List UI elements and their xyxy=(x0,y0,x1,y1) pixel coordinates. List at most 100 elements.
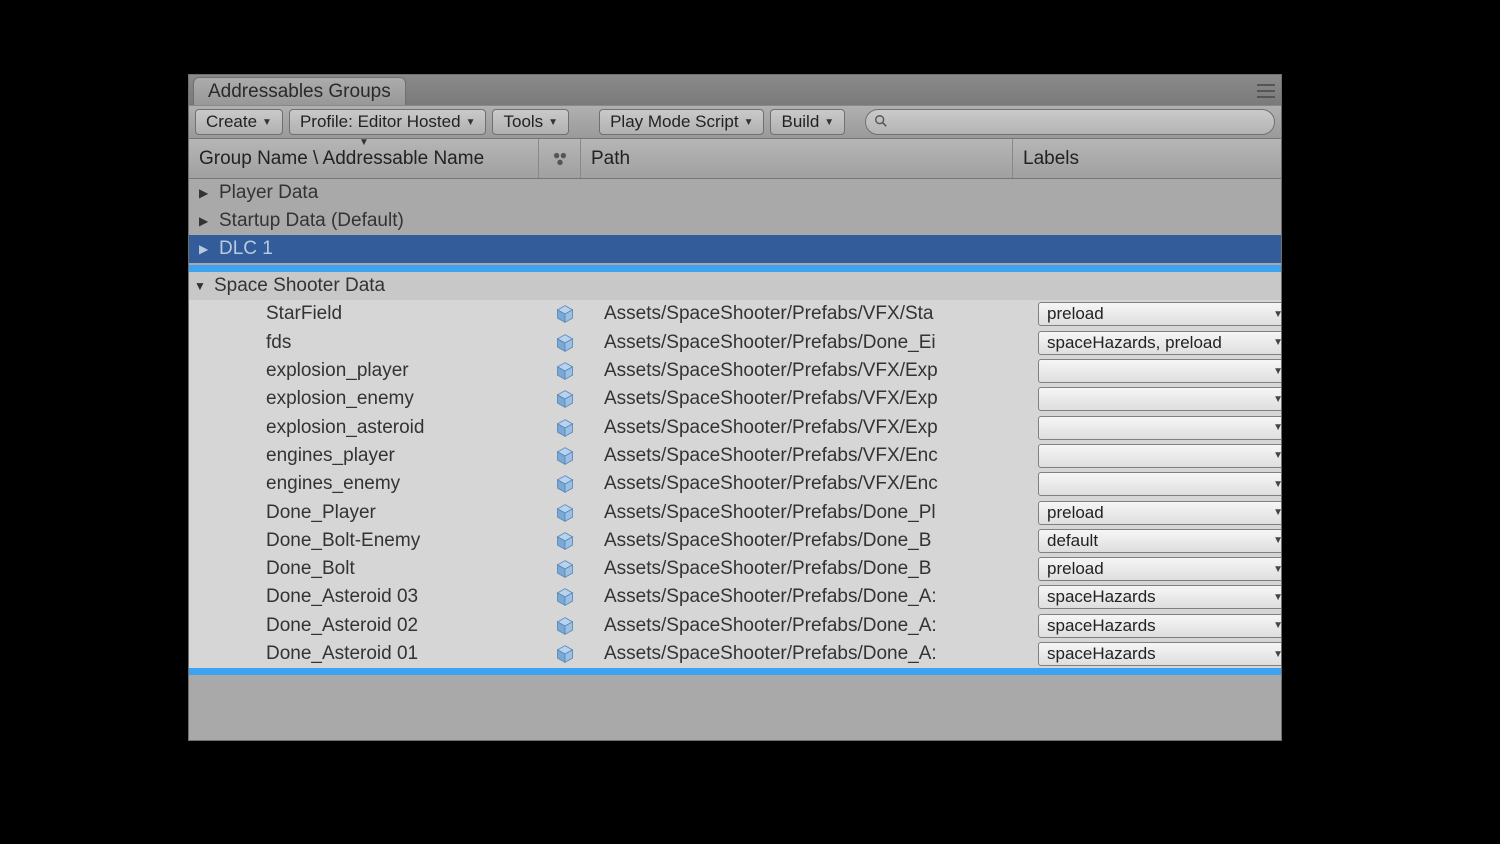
playmode-button[interactable]: Play Mode Script ▼ xyxy=(599,109,764,135)
label-dropdown[interactable]: spaceHazards, preload ▼ xyxy=(1038,331,1281,355)
asset-path: Assets/SpaceShooter/Prefabs/VFX/Enc xyxy=(586,445,1034,467)
asset-path: Assets/SpaceShooter/Prefabs/Done_A: xyxy=(586,586,1034,608)
group-label: Player Data xyxy=(219,182,318,204)
chevron-down-icon: ▼ xyxy=(1273,337,1281,348)
label-value: preload xyxy=(1047,304,1104,324)
chevron-down-icon: ▼ xyxy=(824,117,834,128)
build-label: Build xyxy=(781,112,819,132)
prefab-icon xyxy=(544,361,586,381)
label-dropdown[interactable]: spaceHazards ▼ xyxy=(1038,614,1281,638)
asset-row[interactable]: fds Assets/SpaceShooter/Prefabs/Done_Ei … xyxy=(189,329,1281,357)
profile-button[interactable]: Profile: Editor Hosted ▼ xyxy=(289,109,487,135)
search-box[interactable] xyxy=(865,109,1275,135)
label-dropdown[interactable]: preload ▼ xyxy=(1038,557,1281,581)
label-value: preload xyxy=(1047,559,1104,579)
expand-icon: ▶ xyxy=(199,242,213,256)
asset-row[interactable]: Done_Asteroid 02 Assets/SpaceShooter/Pre… xyxy=(189,612,1281,640)
prefab-icon xyxy=(544,446,586,466)
chevron-down-icon: ▼ xyxy=(1273,366,1281,377)
chevron-down-icon: ▼ xyxy=(1273,394,1281,405)
group-dlc1[interactable]: ▶ DLC 1 xyxy=(189,235,1281,263)
asset-path: Assets/SpaceShooter/Prefabs/Done_Ei xyxy=(586,332,1034,354)
asset-name: fds xyxy=(189,332,544,354)
asset-name: Done_Player xyxy=(189,502,544,524)
asset-path: Assets/SpaceShooter/Prefabs/Done_B xyxy=(586,530,1034,552)
prefab-icon xyxy=(544,418,586,438)
asset-name: Done_Bolt-Enemy xyxy=(189,530,544,552)
group-label: DLC 1 xyxy=(219,238,273,260)
asset-row[interactable]: Done_Asteroid 03 Assets/SpaceShooter/Pre… xyxy=(189,583,1281,611)
column-labels[interactable]: Labels xyxy=(1013,139,1281,178)
label-dropdown[interactable]: spaceHazards ▼ xyxy=(1038,642,1281,666)
group-player-data[interactable]: ▶ Player Data xyxy=(189,179,1281,207)
addressables-window: Addressables Groups Create ▼ Profile: Ed… xyxy=(188,74,1282,741)
playmode-label: Play Mode Script xyxy=(610,112,739,132)
tools-button[interactable]: Tools ▼ xyxy=(492,109,569,135)
column-path[interactable]: Path xyxy=(581,139,1013,178)
asset-row[interactable]: Done_Asteroid 01 Assets/SpaceShooter/Pre… xyxy=(189,640,1281,668)
label-dropdown[interactable]: preload ▼ xyxy=(1038,501,1281,525)
label-dropdown[interactable]: ▼ xyxy=(1038,416,1281,440)
tree-view: ▶ Player Data ▶ Startup Data (Default) ▶… xyxy=(189,179,1281,740)
chevron-down-icon: ▼ xyxy=(1273,620,1281,631)
search-input[interactable] xyxy=(892,114,1266,131)
prefab-icon xyxy=(544,503,586,523)
chevron-down-icon: ▼ xyxy=(1273,535,1281,546)
label-dropdown[interactable]: ▼ xyxy=(1038,472,1281,496)
asset-path: Assets/SpaceShooter/Prefabs/VFX/Exp xyxy=(586,360,1034,382)
prefab-icon xyxy=(544,389,586,409)
chevron-down-icon: ▼ xyxy=(1273,507,1281,518)
asset-name: engines_player xyxy=(189,445,544,467)
asset-name: explosion_enemy xyxy=(189,388,544,410)
chevron-down-icon: ▼ xyxy=(548,117,558,128)
chevron-down-icon: ▼ xyxy=(1273,649,1281,660)
asset-name: explosion_asteroid xyxy=(189,417,544,439)
sort-indicator-icon: ▼ xyxy=(359,137,369,148)
prefab-icon xyxy=(544,587,586,607)
asset-row[interactable]: explosion_player Assets/SpaceShooter/Pre… xyxy=(189,357,1281,385)
group-startup-data[interactable]: ▶ Startup Data (Default) xyxy=(189,207,1281,235)
label-dropdown[interactable]: ▼ xyxy=(1038,387,1281,411)
group-space-shooter[interactable]: ▼ Space Shooter Data xyxy=(189,272,1281,300)
create-label: Create xyxy=(206,112,257,132)
asset-row[interactable]: Done_Bolt-Enemy Assets/SpaceShooter/Pref… xyxy=(189,527,1281,555)
asset-row[interactable]: engines_player Assets/SpaceShooter/Prefa… xyxy=(189,442,1281,470)
tab-addressables-groups[interactable]: Addressables Groups xyxy=(193,77,406,105)
asset-name: Done_Asteroid 03 xyxy=(189,586,544,608)
asset-row[interactable]: explosion_asteroid Assets/SpaceShooter/P… xyxy=(189,413,1281,441)
chevron-down-icon: ▼ xyxy=(1273,450,1281,461)
label-dropdown[interactable]: ▼ xyxy=(1038,359,1281,383)
prefab-icon xyxy=(544,559,586,579)
asset-row[interactable]: Done_Bolt Assets/SpaceShooter/Prefabs/Do… xyxy=(189,555,1281,583)
asset-row[interactable]: engines_enemy Assets/SpaceShooter/Prefab… xyxy=(189,470,1281,498)
chevron-down-icon: ▼ xyxy=(1273,422,1281,433)
asset-path: Assets/SpaceShooter/Prefabs/VFX/Exp xyxy=(586,417,1034,439)
prefab-icon xyxy=(544,644,586,664)
asset-name: Done_Bolt xyxy=(189,558,544,580)
asset-path: Assets/SpaceShooter/Prefabs/Done_B xyxy=(586,558,1034,580)
asset-row[interactable]: Done_Player Assets/SpaceShooter/Prefabs/… xyxy=(189,498,1281,526)
prefab-icon xyxy=(544,616,586,636)
asset-path: Assets/SpaceShooter/Prefabs/VFX/Exp xyxy=(586,388,1034,410)
chevron-down-icon: ▼ xyxy=(1273,592,1281,603)
label-value: spaceHazards xyxy=(1047,587,1156,607)
asset-name: engines_enemy xyxy=(189,473,544,495)
chevron-down-icon: ▼ xyxy=(262,117,272,128)
expand-icon: ▶ xyxy=(199,186,213,200)
asset-name: StarField xyxy=(189,303,544,325)
label-dropdown[interactable]: spaceHazards ▼ xyxy=(1038,585,1281,609)
label-value: spaceHazards xyxy=(1047,616,1156,636)
build-button[interactable]: Build ▼ xyxy=(770,109,845,135)
asset-path: Assets/SpaceShooter/Prefabs/Done_A: xyxy=(586,615,1034,637)
label-dropdown[interactable]: default ▼ xyxy=(1038,529,1281,553)
chevron-down-icon: ▼ xyxy=(1273,309,1281,320)
create-button[interactable]: Create ▼ xyxy=(195,109,283,135)
asset-row[interactable]: StarField Assets/SpaceShooter/Prefabs/VF… xyxy=(189,300,1281,328)
prefab-icon xyxy=(544,474,586,494)
asset-name: Done_Asteroid 01 xyxy=(189,643,544,665)
label-dropdown[interactable]: ▼ xyxy=(1038,444,1281,468)
label-dropdown[interactable]: preload ▼ xyxy=(1038,302,1281,326)
asset-row[interactable]: explosion_enemy Assets/SpaceShooter/Pref… xyxy=(189,385,1281,413)
column-icon[interactable] xyxy=(539,139,581,178)
window-menu-icon[interactable] xyxy=(1257,84,1275,98)
